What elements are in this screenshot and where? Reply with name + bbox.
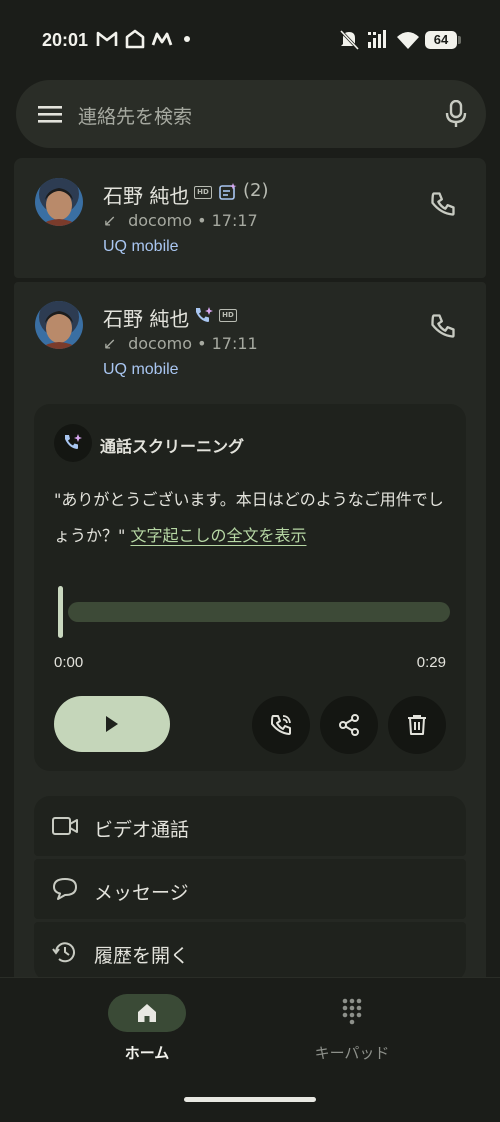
- call-icon[interactable]: [429, 312, 457, 340]
- share-button[interactable]: [320, 696, 378, 754]
- avatar: [35, 301, 83, 349]
- search-bar[interactable]: 連絡先を検索: [16, 80, 486, 148]
- nav-keypad[interactable]: キーパッド: [272, 994, 432, 1074]
- screening-badge: [54, 424, 92, 462]
- signal-icon: [368, 30, 386, 48]
- notification-dot: [184, 36, 190, 42]
- call-screening-panel: 通話スクリーニング "ありがとうございます。本日はどのようなご用件でしょうか？"…: [34, 404, 466, 771]
- search-input[interactable]: 連絡先を検索: [78, 102, 192, 129]
- action-label: ビデオ通話: [94, 819, 190, 841]
- carrier-time: docomo • 17:17: [128, 211, 258, 230]
- transcript-text: "ありがとうございます。本日はどのようなご用件でしょうか？" 文字起こしの全文を…: [54, 482, 454, 554]
- call-log-entry-expanded[interactable]: 石野 純也 HD ↙ docomo • 17:11 UQ mobile 通話スク…: [14, 282, 486, 982]
- play-button[interactable]: [54, 696, 170, 752]
- trash-icon: [408, 715, 426, 735]
- mail-icon: [151, 32, 173, 46]
- microphone-icon[interactable]: [444, 100, 468, 128]
- view-full-transcript-link[interactable]: 文字起こしの全文を表示: [130, 526, 306, 545]
- hd-icon: HD: [219, 309, 237, 322]
- contact-name: 石野 純也: [103, 184, 190, 208]
- phone-callback-icon: [271, 715, 291, 735]
- gmail-icon: [96, 31, 118, 46]
- nav-home-indicator: [108, 994, 186, 1032]
- time-end: 0:29: [416, 654, 446, 671]
- hd-icon: HD: [194, 186, 212, 199]
- video-call-action[interactable]: ビデオ通話: [34, 796, 466, 856]
- nav-keypad-label: キーパッド: [314, 1044, 390, 1062]
- action-label: 履歴を開く: [94, 945, 190, 967]
- video-icon: [52, 817, 78, 835]
- transcript-icon: [219, 183, 237, 200]
- open-history-action[interactable]: 履歴を開く: [34, 922, 466, 982]
- time-start: 0:00: [54, 654, 84, 671]
- line-label: UQ mobile: [103, 238, 179, 255]
- share-icon: [339, 714, 359, 736]
- call-detail: ↙ docomo • 17:11: [103, 334, 258, 353]
- call-back-button[interactable]: [252, 696, 310, 754]
- message-action[interactable]: メッセージ: [34, 859, 466, 919]
- status-time: 20:01: [42, 30, 89, 50]
- call-log-entry[interactable]: 石野 純也 HD (2) ↙ docomo • 17:17 UQ mobile: [14, 158, 486, 278]
- delete-button[interactable]: [388, 696, 446, 754]
- home-icon: [125, 29, 145, 49]
- call-icon[interactable]: [429, 190, 457, 218]
- dialpad-icon: [342, 998, 362, 1025]
- mute-icon: [339, 29, 360, 51]
- call-screening-icon: [65, 434, 82, 449]
- home-icon: [138, 1004, 156, 1022]
- status-bar: 20:01 64: [0, 0, 500, 80]
- history-icon: [52, 942, 75, 963]
- play-icon: [106, 716, 118, 732]
- incoming-call-icon: ↙: [103, 211, 117, 230]
- wifi-icon: [397, 32, 419, 49]
- playback-progress-bar[interactable]: [68, 602, 450, 622]
- avatar: [35, 178, 83, 226]
- nav-home[interactable]: ホーム: [67, 994, 227, 1074]
- message-icon: [53, 878, 77, 900]
- gesture-navigation-bar[interactable]: [184, 1097, 316, 1102]
- nav-home-label: ホーム: [124, 1044, 170, 1062]
- call-count: (2): [243, 180, 269, 201]
- nav-keypad-indicator: [313, 994, 391, 1032]
- call-screening-icon: [196, 307, 213, 322]
- contact-name: 石野 純也: [103, 307, 190, 331]
- carrier-time: docomo • 17:11: [128, 334, 258, 353]
- screening-title: 通話スクリーニング: [100, 437, 245, 456]
- menu-icon[interactable]: [38, 102, 62, 126]
- action-label: メッセージ: [94, 882, 189, 904]
- battery-icon: 64: [425, 31, 461, 49]
- incoming-call-icon: ↙: [103, 334, 117, 353]
- line-label: UQ mobile: [103, 361, 179, 378]
- call-detail: ↙ docomo • 17:17: [103, 211, 258, 230]
- playback-scrubber-handle[interactable]: [58, 586, 63, 638]
